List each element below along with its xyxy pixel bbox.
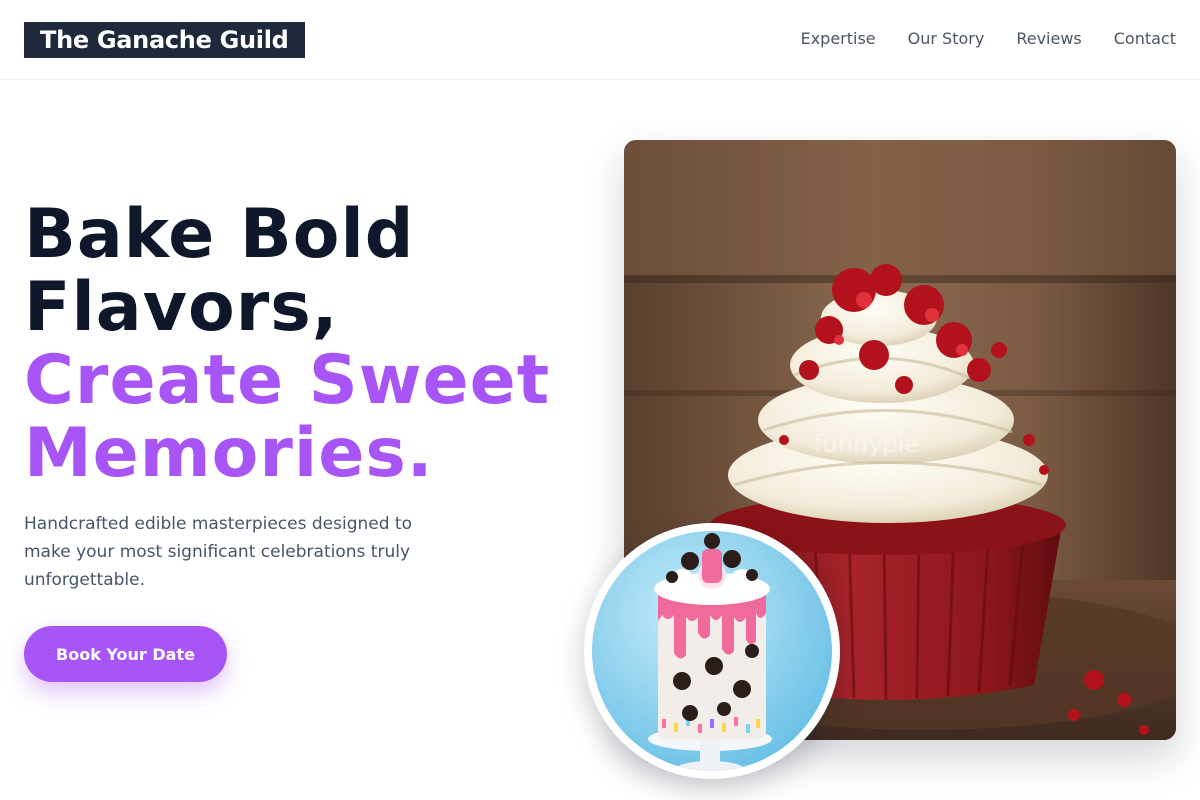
- watermark-text: funnypie: [814, 430, 919, 458]
- headline-line-1: Bake Bold: [24, 195, 415, 274]
- headline-accent-line-1: Create Sweet: [24, 341, 551, 420]
- book-your-date-button[interactable]: Book Your Date: [24, 626, 227, 682]
- nav-link-contact[interactable]: Contact: [1114, 28, 1176, 50]
- hero-headline: Bake Bold Flavors, Create Sweet Memories…: [24, 198, 604, 490]
- nav-link-reviews[interactable]: Reviews: [1016, 28, 1081, 50]
- nav-link-expertise[interactable]: Expertise: [801, 28, 876, 50]
- headline-accent-line-2: Memories.: [24, 414, 434, 493]
- site-header: The Ganache Guild Expertise Our Story Re…: [0, 0, 1200, 80]
- site-logo[interactable]: The Ganache Guild: [24, 22, 305, 58]
- hero-subtext: Handcrafted edible masterpieces designed…: [24, 514, 412, 590]
- drip-cake-photo: [584, 523, 840, 779]
- headline-line-2: Flavors,: [24, 268, 339, 347]
- main-nav: Expertise Our Story Reviews Contact: [801, 28, 1176, 50]
- nav-link-our-story[interactable]: Our Story: [908, 28, 985, 50]
